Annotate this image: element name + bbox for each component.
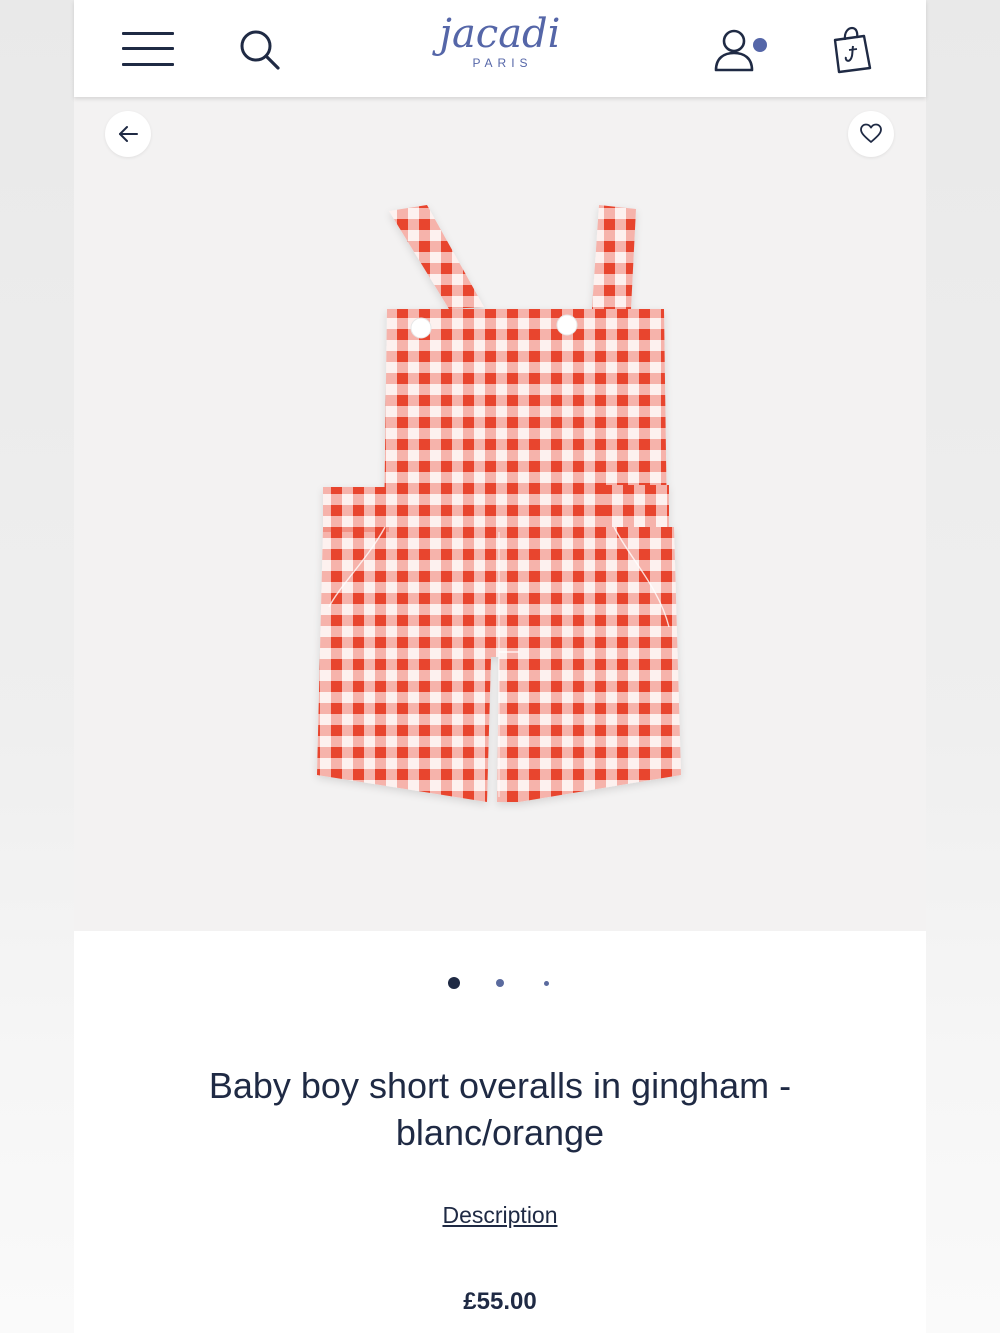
search-icon (240, 30, 280, 70)
status-dot (753, 38, 767, 52)
product-image[interactable] (309, 197, 689, 817)
menu-icon-bar (122, 32, 174, 35)
brand-logo-word: jacadi (439, 11, 561, 57)
back-button[interactable] (105, 111, 151, 157)
product-image-gallery[interactable] (74, 97, 926, 931)
account-button[interactable] (714, 28, 774, 74)
menu-button[interactable] (122, 30, 174, 70)
slide-dot[interactable] (496, 979, 504, 987)
back-arrow-icon (119, 126, 138, 142)
product-price: £55.00 (463, 1288, 537, 1315)
heart-icon (860, 123, 882, 143)
description-link[interactable]: Description (74, 1202, 926, 1229)
top-navigation-bar: jacadi PARIS (74, 0, 926, 97)
slide-dot-active[interactable] (448, 977, 460, 989)
slide-indicator (74, 970, 926, 1000)
product-title: Baby boy short overalls in gingham - bla… (208, 1065, 792, 1153)
shopping-bag-icon (833, 26, 872, 74)
brand-logo-sub: PARIS (472, 56, 533, 70)
wishlist-button[interactable] (848, 111, 894, 157)
account-icon (714, 29, 767, 72)
overalls-garment (317, 205, 681, 802)
menu-icon-bar (122, 47, 174, 50)
slide-dot[interactable] (544, 981, 549, 986)
search-button[interactable] (238, 28, 282, 72)
cart-button[interactable] (830, 26, 874, 74)
menu-icon-bar (122, 63, 174, 66)
product-page: jacadi PARIS Baby boy short overalls in … (74, 0, 926, 1333)
brand-logo[interactable]: jacadi PARIS (430, 14, 570, 76)
